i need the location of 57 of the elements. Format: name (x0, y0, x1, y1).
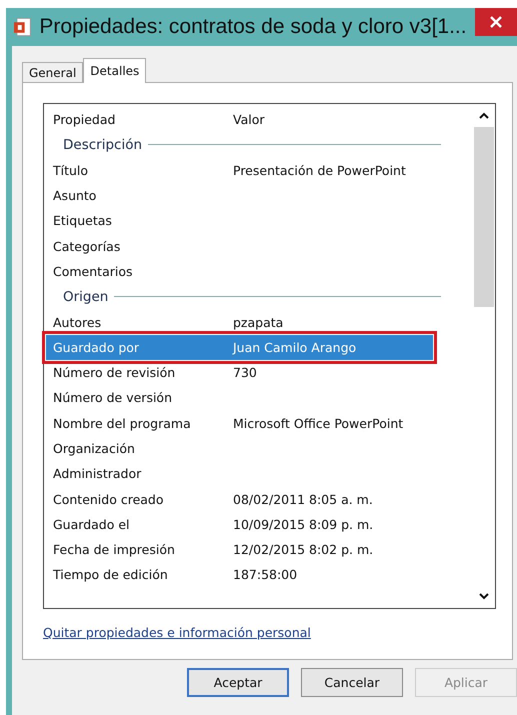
property-name: Comentarios (53, 264, 134, 279)
property-row[interactable]: Comentarios (53, 258, 473, 284)
property-value: Juan Camilo Arango (233, 340, 356, 355)
property-value: 08/02/2011 8:05 a. m. (233, 492, 373, 507)
dialog-button[interactable]: Aceptar (187, 668, 289, 697)
remove-properties-link[interactable]: Quitar propiedades e información personal (43, 625, 311, 640)
property-value: 187:58:00 (233, 567, 298, 582)
property-name: Guardado el (53, 516, 131, 532)
property-row[interactable]: Tiempo de edición 187:58:00 (53, 562, 473, 588)
property-name: Administrador (53, 466, 142, 482)
property-name: Organización (53, 441, 136, 456)
property-row[interactable]: Administrador (53, 461, 473, 486)
property-row[interactable]: Categorías (53, 233, 473, 259)
property-name: Título (53, 162, 90, 178)
scroll-up-icon[interactable] (479, 112, 489, 119)
property-value: Presentación de PowerPoint (233, 162, 406, 178)
property-name: Número de revisión (53, 365, 176, 380)
group-header: Origen (63, 288, 108, 305)
property-row[interactable]: Etiquetas (53, 208, 473, 234)
property-row[interactable]: Guardado por Juan Camilo Arango (46, 334, 433, 360)
property-value: pzapata (233, 314, 284, 330)
property-value: Microsoft Office PowerPoint (233, 416, 404, 431)
property-name: Número de versión (53, 390, 174, 406)
property-row[interactable]: Nombre del programa Microsoft Office PowerPoint (53, 410, 473, 436)
column-header[interactable]: Propiedad (53, 112, 233, 128)
property-name: Asunto (53, 188, 98, 204)
property-name: Etiquetas (53, 213, 113, 228)
property-row[interactable]: Organización (53, 436, 473, 462)
tab[interactable]: Detalles (83, 58, 146, 83)
property-row[interactable]: Número de versión (53, 385, 473, 411)
dialog-button[interactable]: Cancelar (301, 668, 403, 697)
property-name: Categorías (53, 238, 122, 254)
property-row[interactable]: Contenido creado 08/02/2011 8:05 a. m. (53, 486, 473, 512)
scroll-down-icon[interactable] (479, 593, 489, 600)
property-row[interactable]: Asunto (53, 182, 473, 208)
property-row[interactable]: Autores pzapata (53, 309, 473, 335)
document-icon (14, 17, 32, 37)
property-name: Autores (53, 314, 102, 330)
close-icon[interactable] (490, 16, 502, 28)
close-button[interactable] (474, 8, 517, 36)
window-title: Propiedades: contratos de soda y cloro v3[1... (39, 15, 467, 39)
property-value: 730 (233, 365, 257, 380)
property-name: Nombre del programa (53, 416, 192, 431)
column-header[interactable]: Valor (233, 112, 265, 128)
tab[interactable]: General (22, 62, 84, 82)
property-value: 10/09/2015 8:09 p. m. (233, 516, 374, 532)
scroll-thumb[interactable] (474, 127, 494, 307)
property-row[interactable]: Número de revisión 730 (53, 360, 473, 386)
property-name: Fecha de impresión (53, 542, 176, 558)
property-value: 12/02/2015 8:02 p. m. (233, 542, 374, 558)
group-header: Descripción (63, 136, 142, 153)
property-name: Tiempo de edición (53, 567, 169, 582)
property-name: Contenido creado (53, 492, 165, 507)
property-row[interactable]: Título Presentación de PowerPoint (53, 158, 473, 183)
property-row[interactable]: Guardado el 10/09/2015 8:09 p. m. (53, 512, 473, 538)
property-row[interactable]: Fecha de impresión 12/02/2015 8:02 p. m. (53, 537, 473, 562)
property-name: Guardado por (53, 340, 140, 355)
